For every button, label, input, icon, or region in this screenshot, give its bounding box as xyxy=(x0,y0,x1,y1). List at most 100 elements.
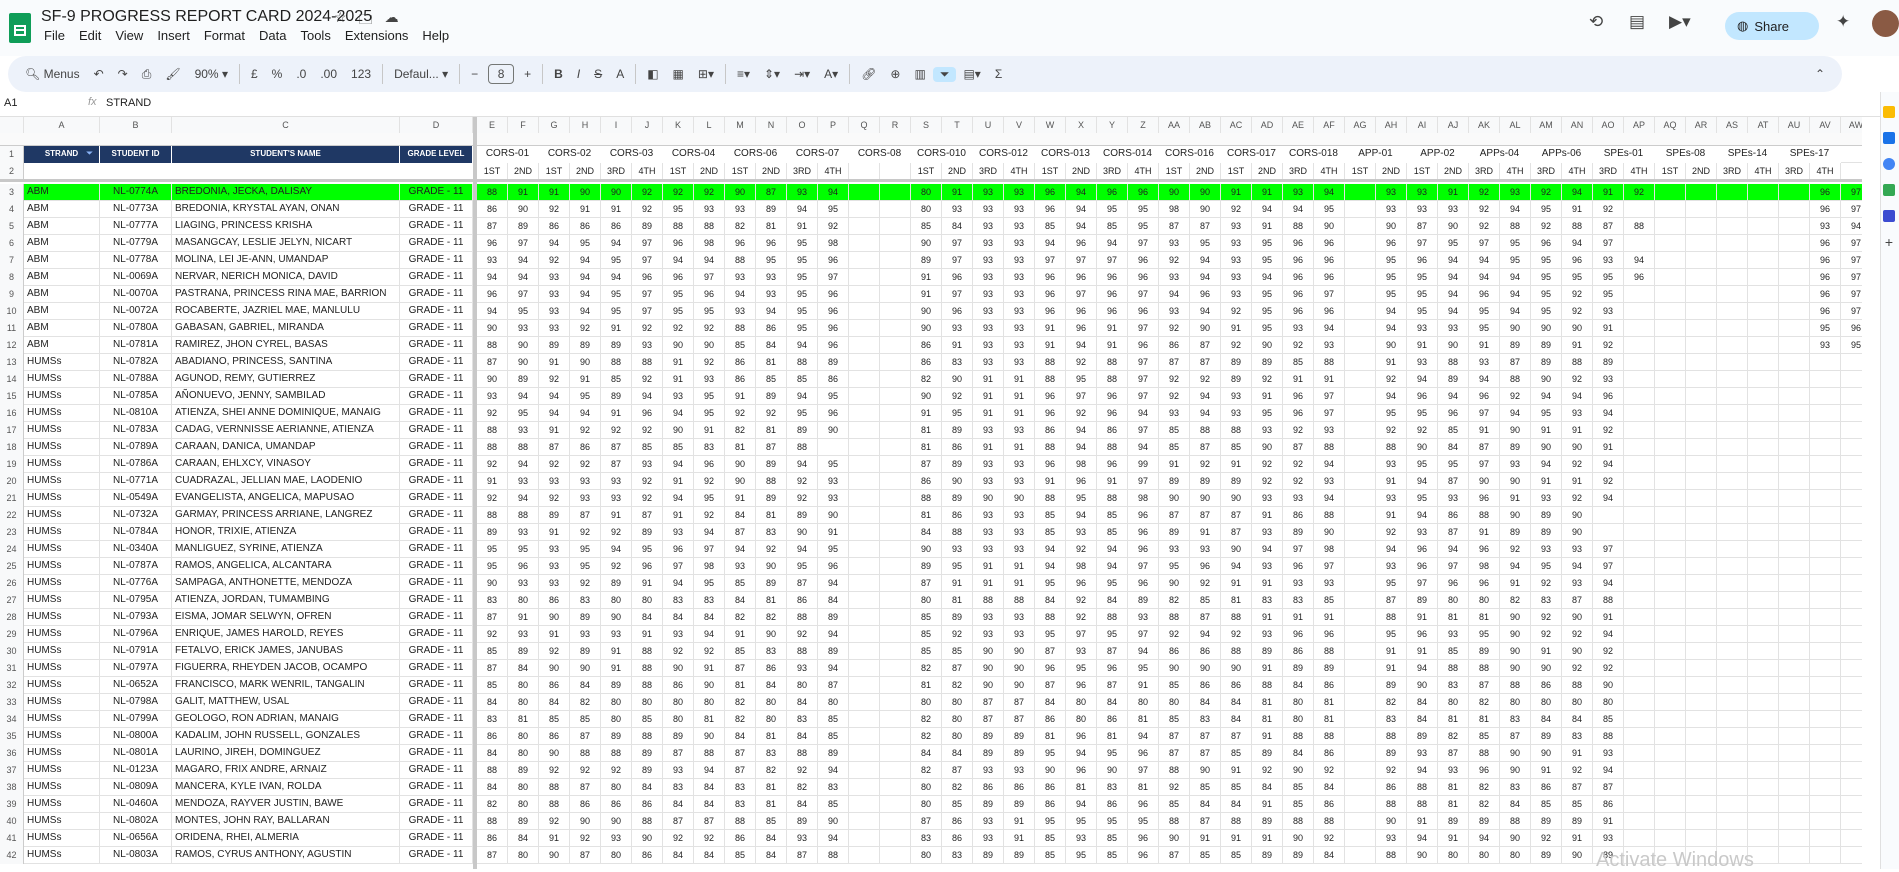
quarter-header[interactable]: 1ST xyxy=(1407,163,1438,180)
menu-extensions[interactable]: Extensions xyxy=(345,28,409,43)
cell-id[interactable]: NL-0801A xyxy=(100,745,172,762)
grade-cell[interactable]: 94 xyxy=(1190,388,1221,405)
row-number[interactable]: 11 xyxy=(0,320,24,337)
cell-strand[interactable]: HUMSs xyxy=(24,507,100,524)
cell-name[interactable]: RAMIREZ, JHON CYREL, BASAS xyxy=(172,337,400,354)
subject-header[interactable]: APP-02 xyxy=(1407,146,1469,163)
grade-cell[interactable]: 85 xyxy=(1283,354,1314,371)
grade-cell[interactable]: 94 xyxy=(1562,184,1593,201)
grade-cell[interactable]: 87 xyxy=(1190,439,1221,456)
grade-cell[interactable]: 96 xyxy=(1283,388,1314,405)
grade-cell[interactable] xyxy=(849,847,880,864)
grade-cell[interactable]: 93 xyxy=(1159,269,1190,286)
grade-cell[interactable]: 86 xyxy=(632,847,663,864)
grade-cell[interactable]: 91 xyxy=(694,660,725,677)
grade-cell[interactable]: 90 xyxy=(973,490,1004,507)
grade-cell[interactable]: 92 xyxy=(539,813,570,830)
cell-strand[interactable]: HUMSs xyxy=(24,796,100,813)
cell-grade[interactable]: GRADE - 11 xyxy=(400,286,473,303)
grade-cell[interactable] xyxy=(1717,660,1748,677)
column-header[interactable]: W xyxy=(1035,117,1066,133)
grade-cell[interactable]: 90 xyxy=(1562,643,1593,660)
grade-cell[interactable] xyxy=(849,388,880,405)
grade-cell[interactable]: 91 xyxy=(663,507,694,524)
grade-cell[interactable]: 80 xyxy=(756,694,787,711)
grade-cell[interactable]: 97 xyxy=(942,252,973,269)
grade-cell[interactable]: 95 xyxy=(1376,286,1407,303)
grade-cell[interactable]: 80 xyxy=(601,592,632,609)
subject-header[interactable]: CORS-017 xyxy=(1221,146,1283,163)
grade-cell[interactable]: 94 xyxy=(1469,371,1500,388)
grade-cell[interactable]: 87 xyxy=(1097,643,1128,660)
grade-cell[interactable]: 88 xyxy=(694,745,725,762)
quarter-header[interactable]: 3RD xyxy=(1469,163,1500,180)
cell-id[interactable]: NL-0789A xyxy=(100,439,172,456)
cell-id[interactable]: NL-0795A xyxy=(100,592,172,609)
grade-cell[interactable]: 94 xyxy=(1593,762,1624,779)
grade-cell[interactable]: 95 xyxy=(1500,235,1531,252)
grade-cell[interactable] xyxy=(1345,405,1376,422)
grade-cell[interactable]: 89 xyxy=(1438,813,1469,830)
grade-cell[interactable] xyxy=(1717,813,1748,830)
grade-cell[interactable]: 81 xyxy=(1252,711,1283,728)
grade-cell[interactable]: 91 xyxy=(787,218,818,235)
grade-cell[interactable]: 90 xyxy=(1500,626,1531,643)
grade-cell[interactable]: 87 xyxy=(601,439,632,456)
grade-cell[interactable]: 85 xyxy=(1593,711,1624,728)
grade-cell[interactable] xyxy=(1810,779,1841,796)
column-header[interactable]: M xyxy=(725,117,756,133)
cell-name[interactable]: EVANGELISTA, ANGELICA, MAPUSAO xyxy=(172,490,400,507)
grade-cell[interactable] xyxy=(1717,524,1748,541)
grade-cell[interactable]: 91 xyxy=(663,473,694,490)
cell-grade[interactable]: GRADE - 11 xyxy=(400,762,473,779)
grade-cell[interactable]: 86 xyxy=(570,439,601,456)
cell-strand[interactable]: ABM xyxy=(24,201,100,218)
grade-cell[interactable]: 90 xyxy=(973,677,1004,694)
grade-cell[interactable]: 93 xyxy=(787,184,818,201)
grade-cell[interactable]: 93 xyxy=(508,626,539,643)
grade-cell[interactable]: 84 xyxy=(1283,677,1314,694)
grade-cell[interactable] xyxy=(1655,558,1686,575)
grade-cell[interactable]: 96 xyxy=(1128,252,1159,269)
grade-cell[interactable]: 93 xyxy=(539,575,570,592)
grade-cell[interactable]: 90 xyxy=(508,354,539,371)
column-header[interactable]: E xyxy=(477,117,508,133)
grade-cell[interactable] xyxy=(1779,813,1810,830)
grade-cell[interactable]: 91 xyxy=(477,473,508,490)
column-header[interactable]: K xyxy=(663,117,694,133)
grade-cell[interactable]: 94 xyxy=(570,269,601,286)
grade-cell[interactable] xyxy=(1748,507,1779,524)
grade-cell[interactable]: 90 xyxy=(1035,762,1066,779)
grade-cell[interactable] xyxy=(1686,269,1717,286)
row-number[interactable]: 31 xyxy=(0,660,24,677)
grade-cell[interactable]: 93 xyxy=(1004,626,1035,643)
grade-cell[interactable]: 95 xyxy=(1097,813,1128,830)
row-number[interactable]: 28 xyxy=(0,609,24,626)
grade-cell[interactable] xyxy=(1841,643,1862,660)
grade-cell[interactable] xyxy=(1810,439,1841,456)
grade-cell[interactable]: 89 xyxy=(1376,745,1407,762)
cell-id[interactable]: NL-0788A xyxy=(100,371,172,388)
grade-cell[interactable] xyxy=(1655,694,1686,711)
grade-cell[interactable]: 90 xyxy=(756,558,787,575)
column-header[interactable]: B xyxy=(100,117,172,133)
grade-cell[interactable]: 92 xyxy=(632,184,663,201)
grade-cell[interactable]: 81 xyxy=(756,796,787,813)
row-number[interactable]: 9 xyxy=(0,286,24,303)
grade-cell[interactable]: 93 xyxy=(539,286,570,303)
grade-cell[interactable]: 88 xyxy=(1314,813,1345,830)
grade-cell[interactable]: 87 xyxy=(477,847,508,864)
grade-cell[interactable]: 97 xyxy=(1438,558,1469,575)
grade-cell[interactable]: 94 xyxy=(539,235,570,252)
cell-grade[interactable]: GRADE - 11 xyxy=(400,201,473,218)
grade-cell[interactable]: 93 xyxy=(1004,473,1035,490)
grade-cell[interactable]: 95 xyxy=(663,286,694,303)
grade-cell[interactable]: 91 xyxy=(1221,830,1252,847)
grade-cell[interactable]: 84 xyxy=(1221,796,1252,813)
grade-cell[interactable]: 80 xyxy=(911,592,942,609)
grade-cell[interactable]: 92 xyxy=(787,490,818,507)
grade-cell[interactable]: 92 xyxy=(787,473,818,490)
row-number[interactable]: 23 xyxy=(0,524,24,541)
grade-cell[interactable]: 88 xyxy=(756,473,787,490)
grade-cell[interactable]: 94 xyxy=(1190,405,1221,422)
